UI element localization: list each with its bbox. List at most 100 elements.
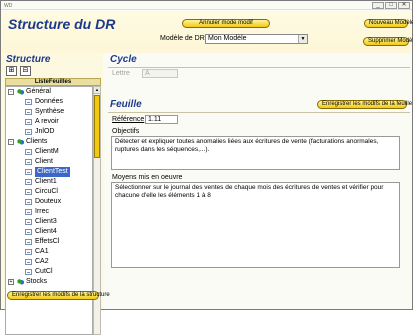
sheet-icon <box>25 209 32 215</box>
tree-item[interactable]: Synthèse <box>6 107 92 117</box>
tree-item[interactable]: Données <box>6 97 92 107</box>
expand-all-icon[interactable]: ⊞ <box>6 66 17 76</box>
tree-item[interactable]: CA1 <box>6 247 92 257</box>
sheet-title: Feuille <box>110 99 142 110</box>
minimize-button[interactable]: _ <box>372 2 384 9</box>
tree-item-label: ClientTest <box>35 167 70 177</box>
tree-item[interactable]: EffetsCl <box>6 237 92 247</box>
tree-item[interactable]: Client3 <box>6 217 92 227</box>
sheet-icon <box>25 179 32 185</box>
sheet-icon <box>25 229 32 235</box>
tree-item[interactable]: Irrec <box>6 207 92 217</box>
folder-icon <box>17 89 24 95</box>
reference-label: Référence <box>112 116 145 123</box>
sheet-icon <box>25 259 32 265</box>
tree-item[interactable]: ClientM <box>6 147 92 157</box>
delete-model-button[interactable]: Supprimer Modèle <box>363 37 413 46</box>
tree-item-label: JnlOD <box>35 128 55 135</box>
scroll-thumb[interactable] <box>94 95 100 158</box>
tree-item-label: Données <box>35 98 64 105</box>
cycle-title: Cycle <box>110 54 137 65</box>
tree-item-label: CA2 <box>35 258 49 265</box>
folder-icon <box>17 139 24 145</box>
means-textarea[interactable]: Sélectionner sur le journal des ventes d… <box>111 182 400 268</box>
tree-item-label: Douteux <box>35 198 62 205</box>
save-sheet-button[interactable]: Enregistrer les modifs de la feuille <box>317 100 412 109</box>
sheet-icon <box>25 239 32 245</box>
tree-group[interactable]: - Clients <box>6 137 92 147</box>
tree-item-label: Irrec <box>35 208 49 215</box>
app-icon: WD <box>4 3 13 9</box>
model-select[interactable]: Mon Modèle ▼ <box>205 34 308 44</box>
means-label: Moyens mis en oeuvre <box>112 174 183 181</box>
tree-item[interactable]: A revoir <box>6 117 92 127</box>
tree-item-label: A revoir <box>35 118 59 125</box>
sheet-icon <box>25 199 32 205</box>
save-structure-button[interactable]: Enregistrer les modifs de la structure <box>7 291 110 300</box>
tree-group-label: Général <box>26 88 51 95</box>
tree-group-label: Clients <box>26 138 48 145</box>
page-title: Structure du DR <box>8 16 116 32</box>
sheet-icon <box>25 149 32 155</box>
sheet-icon <box>25 189 32 195</box>
window-controls: _ □ ✕ <box>372 2 410 9</box>
scroll-up-icon[interactable]: ▲ <box>94 87 100 94</box>
tree-group[interactable]: - Général <box>6 87 92 97</box>
sheet-icon <box>25 249 32 255</box>
new-model-button[interactable]: Nouveau Modèle <box>364 19 413 28</box>
sheet-icon <box>25 109 32 115</box>
sheet-divider <box>108 112 410 113</box>
list-header: ListeFeuilles <box>5 78 101 86</box>
tree-item-label: Synthèse <box>35 108 65 115</box>
objectives-label: Objectifs <box>112 128 140 135</box>
tree-group-label: Stocks <box>26 278 48 285</box>
reference-input[interactable]: 1.11 <box>145 115 178 124</box>
expand-icon[interactable]: + <box>8 279 14 285</box>
sheet-icon <box>25 99 32 105</box>
tree-item[interactable]: Client <box>6 157 92 167</box>
tree-item[interactable]: CircuCl <box>6 187 92 197</box>
structure-title: Structure <box>6 54 51 65</box>
tree-item-label: Client1 <box>35 178 57 185</box>
app-window: WD _ □ ✕ Structure du DR Annuler mode mo… <box>0 0 413 335</box>
sheet-icon <box>25 159 32 165</box>
tree-item[interactable]: Douteux <box>6 197 92 207</box>
chevron-down-icon[interactable]: ▼ <box>298 35 307 43</box>
collapse-icon[interactable]: - <box>8 139 14 145</box>
structure-panel: Structure ⊞ ⊟ ListeFeuilles - Général Donn… <box>2 53 103 335</box>
cancel-model-edit-button[interactable]: Annuler mode modif <box>182 19 270 28</box>
folder-icon <box>17 279 24 285</box>
objectives-textarea[interactable]: Détecter et expliquer toutes anomalies l… <box>111 136 400 170</box>
collapse-icon[interactable]: - <box>8 89 14 95</box>
model-select-value: Mon Modèle <box>208 35 247 42</box>
tree-group[interactable]: + Stocks <box>6 277 92 287</box>
title-bar: WD _ □ ✕ <box>1 1 412 10</box>
sheet-icon <box>25 129 32 135</box>
tree-item[interactable]: Client1 <box>6 177 92 187</box>
tree-item-label: EffetsCl <box>35 238 60 245</box>
tree-item-label: CutCl <box>35 268 53 275</box>
tree-item-label: Client4 <box>35 228 57 235</box>
tree-item-label: Client3 <box>35 218 57 225</box>
sheet-icon <box>25 169 32 175</box>
tree-item-label: CircuCl <box>35 188 58 195</box>
collapse-all-icon[interactable]: ⊟ <box>20 66 31 76</box>
tree-item-label: ClientM <box>35 148 59 155</box>
letter-input[interactable]: A <box>142 69 178 78</box>
tree-item[interactable]: CA2 <box>6 257 92 267</box>
tree-item-label: CA1 <box>35 248 49 255</box>
cycle-divider <box>108 67 410 68</box>
tree-item[interactable]: Client4 <box>6 227 92 237</box>
model-label: Modèle de DR <box>160 35 205 42</box>
tree-item[interactable]: CutCl <box>6 267 92 277</box>
header-bar: Structure du DR Annuler mode modif Nouve… <box>2 11 413 53</box>
letter-label: Lettre <box>112 70 130 77</box>
tree-toolbar: ⊞ ⊟ <box>6 66 31 76</box>
sheet-icon <box>25 119 32 125</box>
close-button[interactable]: ✕ <box>398 2 410 9</box>
tree-item[interactable]: JnlOD <box>6 127 92 137</box>
sheet-icon <box>25 269 32 275</box>
tree-item[interactable]: ClientTest <box>6 167 92 177</box>
maximize-button[interactable]: □ <box>385 2 397 9</box>
sheet-icon <box>25 219 32 225</box>
